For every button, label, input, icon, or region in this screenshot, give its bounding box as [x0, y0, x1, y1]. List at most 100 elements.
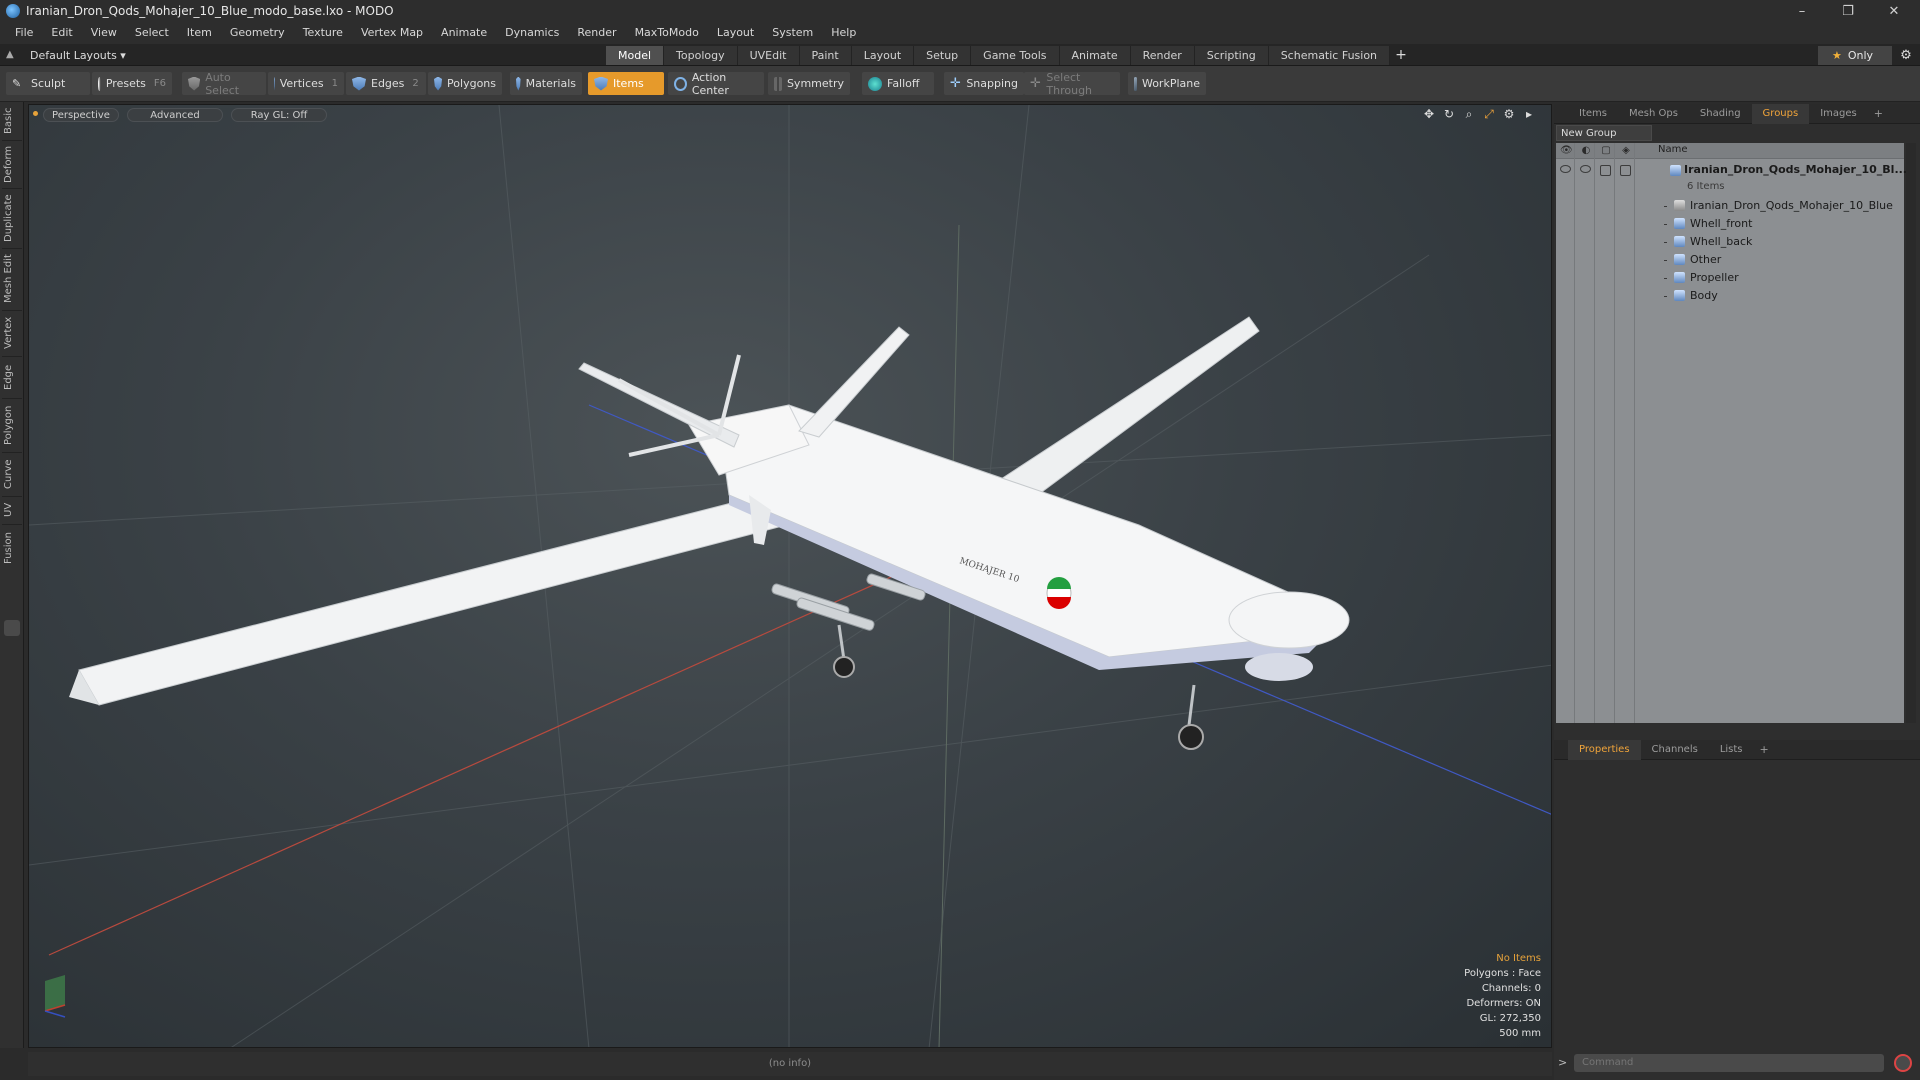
- zoom-icon[interactable]: ⌕: [1461, 107, 1477, 122]
- tab-groups[interactable]: Groups: [1751, 104, 1810, 124]
- items-button[interactable]: Items: [588, 72, 664, 95]
- 3d-viewport[interactable]: MOHAJER 10 Perspective Advanced Ray GL: …: [28, 104, 1552, 1048]
- raygl-dropdown[interactable]: Ray GL: Off: [231, 108, 327, 122]
- vtab-deform[interactable]: Deform: [3, 144, 21, 184]
- tab-lists[interactable]: Lists: [1709, 740, 1754, 760]
- vertices-button[interactable]: Vertices 1: [268, 72, 344, 95]
- tab-items[interactable]: Items: [1568, 104, 1618, 124]
- tab-render[interactable]: Render: [1130, 46, 1195, 65]
- tab-paint[interactable]: Paint: [799, 46, 852, 65]
- vtab-curve[interactable]: Curve: [3, 456, 21, 492]
- menu-item[interactable]: Item: [178, 22, 221, 44]
- sculpt-button[interactable]: ✎ Sculpt: [6, 72, 90, 95]
- tab-channels[interactable]: Channels: [1641, 740, 1709, 760]
- pan-icon[interactable]: ✥: [1421, 107, 1437, 122]
- rotate-icon[interactable]: ↻: [1441, 107, 1457, 122]
- tab-schematic-fusion[interactable]: Schematic Fusion: [1268, 46, 1391, 65]
- group-child-row[interactable]: Other: [1556, 251, 1904, 269]
- menu-edit[interactable]: Edit: [42, 22, 81, 44]
- minimize-button[interactable]: –: [1780, 0, 1824, 22]
- falloff-button[interactable]: Falloff: [862, 72, 934, 95]
- tab-uvedit[interactable]: UVEdit: [737, 46, 800, 65]
- tab-layout[interactable]: Layout: [851, 46, 915, 65]
- groups-scrollbar[interactable]: [1906, 143, 1916, 723]
- symmetry-button[interactable]: Symmetry: [768, 72, 850, 95]
- menu-system[interactable]: System: [763, 22, 822, 44]
- viewport-settings-icon[interactable]: ⚙: [1501, 107, 1517, 122]
- vtab-vertex[interactable]: Vertex: [3, 314, 21, 352]
- command-input[interactable]: [1574, 1054, 1884, 1072]
- tab-game-tools[interactable]: Game Tools: [971, 46, 1060, 65]
- select-through-button[interactable]: ✛ Select Through: [1024, 71, 1120, 97]
- command-record-button[interactable]: [1894, 1054, 1912, 1072]
- vtab-basic[interactable]: Basic: [3, 106, 21, 136]
- tab-properties[interactable]: Properties: [1568, 740, 1641, 760]
- items-icon: [594, 76, 608, 91]
- restore-button[interactable]: ❐: [1826, 0, 1870, 22]
- group-child-row[interactable]: Whell_back: [1556, 233, 1904, 251]
- tab-setup[interactable]: Setup: [914, 46, 972, 65]
- group-child-row[interactable]: Whell_front: [1556, 215, 1904, 233]
- tab-scripting[interactable]: Scripting: [1194, 46, 1269, 65]
- menu-dynamics[interactable]: Dynamics: [496, 22, 568, 44]
- default-layouts-dropdown[interactable]: ▲ Default Layouts ▾: [6, 44, 126, 66]
- menu-animate[interactable]: Animate: [432, 22, 496, 44]
- group-child-row[interactable]: Propeller: [1556, 269, 1904, 287]
- gear-icon[interactable]: ⚙: [1896, 46, 1916, 65]
- tab-mesh-ops[interactable]: Mesh Ops: [1618, 104, 1689, 124]
- action-center-button[interactable]: Action Center: [668, 70, 764, 97]
- tab-shading[interactable]: Shading: [1689, 104, 1752, 124]
- action-center-label: Action Center: [691, 70, 729, 97]
- add-panel-tab-button[interactable]: +: [1868, 104, 1889, 123]
- main-toolbar: ✎ Sculpt Presets F6 Auto Select Vertices…: [0, 66, 1920, 102]
- tab-images[interactable]: Images: [1809, 104, 1868, 124]
- select-checkbox[interactable]: [1620, 165, 1631, 176]
- tab-animate[interactable]: Animate: [1059, 46, 1131, 65]
- workplane-button[interactable]: WorkPlane: [1128, 72, 1206, 95]
- vtab-polygon[interactable]: Polygon: [3, 402, 21, 448]
- group-root-row[interactable]: Iranian_Dron_Qods_Mohajer_10_Bl...: [1556, 161, 1907, 179]
- materials-button[interactable]: Materials: [510, 72, 582, 95]
- snapping-button[interactable]: ✛ Snapping: [944, 72, 1024, 95]
- menu-maxtomodo[interactable]: MaxToModo: [626, 22, 708, 44]
- group-child-row[interactable]: Body: [1556, 287, 1904, 305]
- vtab-edge[interactable]: Edge: [3, 360, 21, 394]
- workplane-icon: [1134, 76, 1137, 91]
- tab-model[interactable]: Model: [606, 46, 665, 65]
- auto-select-button[interactable]: Auto Select: [182, 71, 266, 97]
- close-button[interactable]: ✕: [1872, 0, 1916, 22]
- menu-help[interactable]: Help: [822, 22, 865, 44]
- layout-icon: ▲: [6, 49, 14, 60]
- viewport-menu-dot[interactable]: [33, 111, 38, 116]
- add-properties-tab-button[interactable]: +: [1754, 740, 1775, 759]
- presets-button[interactable]: Presets F6: [92, 72, 172, 95]
- menu-file[interactable]: File: [6, 22, 42, 44]
- only-button[interactable]: ★ Only: [1818, 46, 1892, 65]
- group-child-row[interactable]: Iranian_Dron_Qods_Mohajer_10_Blue: [1556, 197, 1904, 215]
- viewport-expand-arrow-icon[interactable]: ▸: [1521, 107, 1537, 122]
- menu-render[interactable]: Render: [568, 22, 625, 44]
- shading-advanced-dropdown[interactable]: Advanced: [127, 108, 223, 122]
- polygons-button[interactable]: Polygons: [428, 72, 502, 95]
- perspective-dropdown[interactable]: Perspective: [43, 108, 119, 122]
- menu-vertex-map[interactable]: Vertex Map: [352, 22, 432, 44]
- tool-palette-toggle[interactable]: [4, 620, 20, 636]
- vtab-duplicate[interactable]: Duplicate: [3, 192, 21, 244]
- add-tab-button[interactable]: +: [1390, 46, 1412, 65]
- tab-topology[interactable]: Topology: [664, 46, 738, 65]
- menu-texture[interactable]: Texture: [294, 22, 352, 44]
- menu-view[interactable]: View: [82, 22, 126, 44]
- menu-geometry[interactable]: Geometry: [221, 22, 294, 44]
- vtab-fusion[interactable]: Fusion: [3, 528, 21, 568]
- menu-select[interactable]: Select: [126, 22, 178, 44]
- render-toggle-icon[interactable]: [1580, 165, 1591, 173]
- lock-checkbox[interactable]: [1600, 165, 1611, 176]
- new-group-button[interactable]: New Group: [1556, 125, 1652, 141]
- menu-layout[interactable]: Layout: [708, 22, 763, 44]
- edges-button[interactable]: Edges 2: [346, 72, 426, 95]
- vtab-mesh-edit[interactable]: Mesh Edit: [3, 252, 21, 306]
- vtab-uv[interactable]: UV: [3, 500, 21, 520]
- visibility-eye-icon[interactable]: [1560, 165, 1571, 173]
- maximize-icon[interactable]: ⤢: [1481, 107, 1497, 122]
- group-child-name: Whell_front: [1690, 217, 1753, 230]
